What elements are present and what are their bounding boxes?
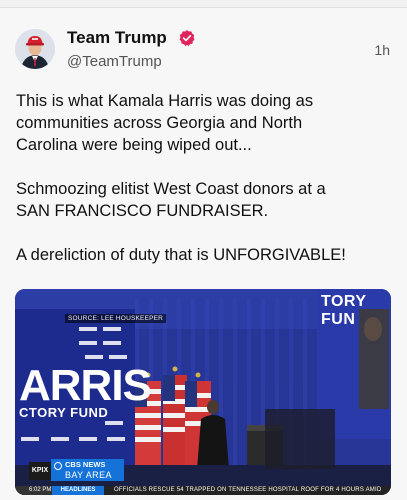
post-paragraph: A dereliction of duty that is UNFORGIVAB…	[16, 246, 346, 264]
author-name[interactable]: Team Trump	[67, 28, 167, 48]
network-line1: CBS NEWS	[65, 460, 106, 469]
ticker-clock: 6:02 PM	[15, 486, 52, 495]
top-divider	[0, 0, 407, 8]
post-paragraph: This is what Kamala Harris was doing as …	[16, 92, 314, 154]
verified-badge-icon	[179, 30, 195, 46]
post-header: Team Trump @TeamTrump 1h	[15, 26, 395, 76]
ticker-text: OFFICIALS RESCUE 54 TRAPPED ON TENNESSEE…	[114, 487, 382, 493]
post-timestamp[interactable]: 1h	[374, 42, 390, 58]
ticker-label: HEADLINES	[52, 486, 104, 495]
avatar-image	[15, 29, 55, 69]
post-paragraph: Schmoozing elitist West Coast donors at …	[16, 180, 326, 220]
author-handle[interactable]: @TeamTrump	[67, 53, 162, 70]
station-tag: KPIX	[29, 462, 51, 480]
network-line2: BAY AREA	[65, 470, 112, 480]
banner-text: ARRIS	[19, 361, 152, 410]
post-video[interactable]: SOURCE: LEE HOUSKEEPER ARRIS CTORY FUND …	[15, 289, 391, 495]
banner-right-text: TORY FUN	[321, 293, 367, 328]
post-text: This is what Kamala Harris was doing as …	[16, 90, 396, 266]
banner-subtext: CTORY FUND	[19, 405, 109, 420]
news-ticker: 6:02 PM HEADLINES OFFICIALS RESCUE 54 TRAP…	[15, 486, 391, 495]
cbs-eye-icon	[54, 462, 62, 470]
video-source-label: SOURCE: LEE HOUSKEEPER	[65, 314, 167, 323]
network-logo: CBS NEWS BAY AREA	[51, 459, 124, 481]
avatar[interactable]	[15, 29, 55, 69]
